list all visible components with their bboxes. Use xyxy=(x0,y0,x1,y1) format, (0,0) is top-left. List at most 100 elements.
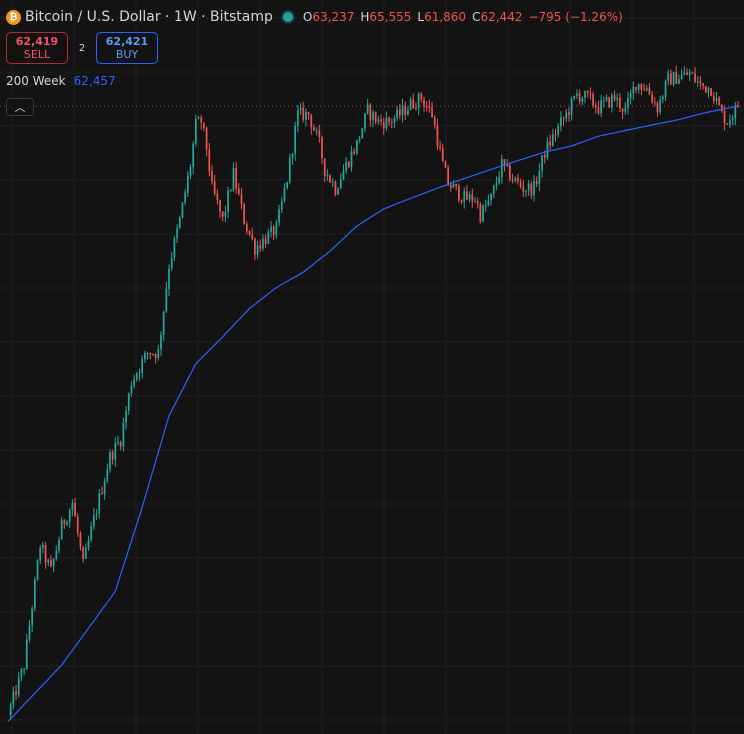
candle-body xyxy=(154,354,157,359)
indicator-name: 200 Week xyxy=(6,74,66,88)
candle-body xyxy=(358,138,361,141)
candle-body xyxy=(74,503,76,517)
candle-body xyxy=(404,105,407,115)
candle-body xyxy=(197,117,200,119)
candle-body xyxy=(329,175,331,183)
candle-body xyxy=(401,105,404,116)
candle-body xyxy=(232,168,235,190)
candle-body xyxy=(393,118,396,123)
candle-body xyxy=(530,183,533,196)
candle-body xyxy=(337,188,339,195)
candle-body xyxy=(203,122,205,128)
trade-buttons: 62,419 SELL 2 62,421 BUY xyxy=(6,32,158,64)
candle-body xyxy=(715,97,718,102)
candle-body xyxy=(640,84,643,90)
candle-body xyxy=(600,100,602,114)
candle-body xyxy=(643,89,645,91)
candle-body xyxy=(533,181,535,196)
candle-body xyxy=(463,191,466,203)
buy-button[interactable]: 62,421 BUY xyxy=(96,32,158,64)
spread-value: 2 xyxy=(78,42,86,54)
symbol-title[interactable]: Bitcoin / U.S. Dollar · 1W · Bitstamp xyxy=(25,9,273,25)
candle-body xyxy=(31,608,34,626)
candle-body xyxy=(111,452,114,460)
candle-body xyxy=(23,669,25,670)
candle-body xyxy=(326,175,329,177)
candle-body xyxy=(350,151,353,167)
candle-body xyxy=(9,704,12,716)
candle-body xyxy=(33,579,36,609)
buy-price: 62,421 xyxy=(105,35,149,48)
candle-body xyxy=(286,182,288,189)
candle-body xyxy=(307,111,310,115)
candle-body xyxy=(28,625,31,640)
candle-body xyxy=(648,88,651,95)
candle-body xyxy=(264,238,267,244)
candle-body xyxy=(723,110,726,124)
candle-body xyxy=(305,111,307,120)
candle-body xyxy=(476,201,479,205)
candle-body xyxy=(20,669,23,678)
candle-body xyxy=(726,123,729,125)
candle-body xyxy=(251,234,254,240)
candle-body xyxy=(213,181,216,194)
candle-body xyxy=(356,140,358,154)
candle-body xyxy=(71,503,74,510)
candle-body xyxy=(323,158,326,176)
candle-body xyxy=(224,211,227,217)
candle-body xyxy=(721,105,723,111)
candle-body xyxy=(651,94,653,103)
candle-body xyxy=(594,105,597,108)
chart-header: ₿ Bitcoin / U.S. Dollar · 1W · Bitstamp … xyxy=(6,6,629,28)
candle-body xyxy=(181,202,184,218)
candle-body xyxy=(597,107,600,114)
candle-body xyxy=(39,547,42,561)
candle-body xyxy=(192,143,195,168)
candle-body xyxy=(439,146,441,148)
candle-body xyxy=(278,209,280,223)
candle-body xyxy=(519,181,522,187)
candle-body xyxy=(645,88,648,91)
candle-body xyxy=(605,97,608,101)
candle-body xyxy=(484,205,487,207)
candle-body xyxy=(90,526,93,541)
collapse-legend-button[interactable]: ︿ xyxy=(6,98,34,116)
candle-body xyxy=(699,81,702,84)
open-label: O xyxy=(302,10,313,24)
candle-body xyxy=(152,354,154,356)
candle-body xyxy=(500,159,503,178)
candle-body xyxy=(240,194,243,204)
candle-body xyxy=(423,99,425,107)
candle-body xyxy=(93,514,95,527)
candle-body xyxy=(670,73,672,85)
indicator-legend[interactable]: 200 Week 62,457 xyxy=(6,74,116,88)
candle-body xyxy=(584,90,586,99)
candle-body xyxy=(87,540,90,548)
candle-body xyxy=(702,83,704,86)
sell-button[interactable]: 62,419 SELL xyxy=(6,32,68,64)
chevron-up-icon: ︿ xyxy=(14,101,26,114)
candle-body xyxy=(321,137,323,159)
candle-body xyxy=(664,81,667,97)
candle-body xyxy=(635,86,637,90)
candle-body xyxy=(527,183,530,191)
candle-body xyxy=(624,107,627,112)
candle-body xyxy=(517,177,519,182)
candle-body xyxy=(227,190,229,212)
candle-body xyxy=(339,179,342,189)
candle-body xyxy=(388,117,390,122)
candle-body xyxy=(565,112,568,119)
candle-body xyxy=(396,109,399,119)
candle-body xyxy=(731,118,734,121)
candle-body xyxy=(541,155,543,171)
candlestick-chart[interactable] xyxy=(0,0,744,734)
candle-body xyxy=(409,99,412,110)
candle-body xyxy=(219,200,221,212)
candle-body xyxy=(315,130,318,132)
bitcoin-icon: ₿ xyxy=(6,9,21,25)
candle-body xyxy=(127,393,130,411)
candle-body xyxy=(146,352,149,354)
candle-body xyxy=(162,311,165,335)
open-value: 63,237 xyxy=(312,10,355,24)
candle-body xyxy=(656,102,659,113)
